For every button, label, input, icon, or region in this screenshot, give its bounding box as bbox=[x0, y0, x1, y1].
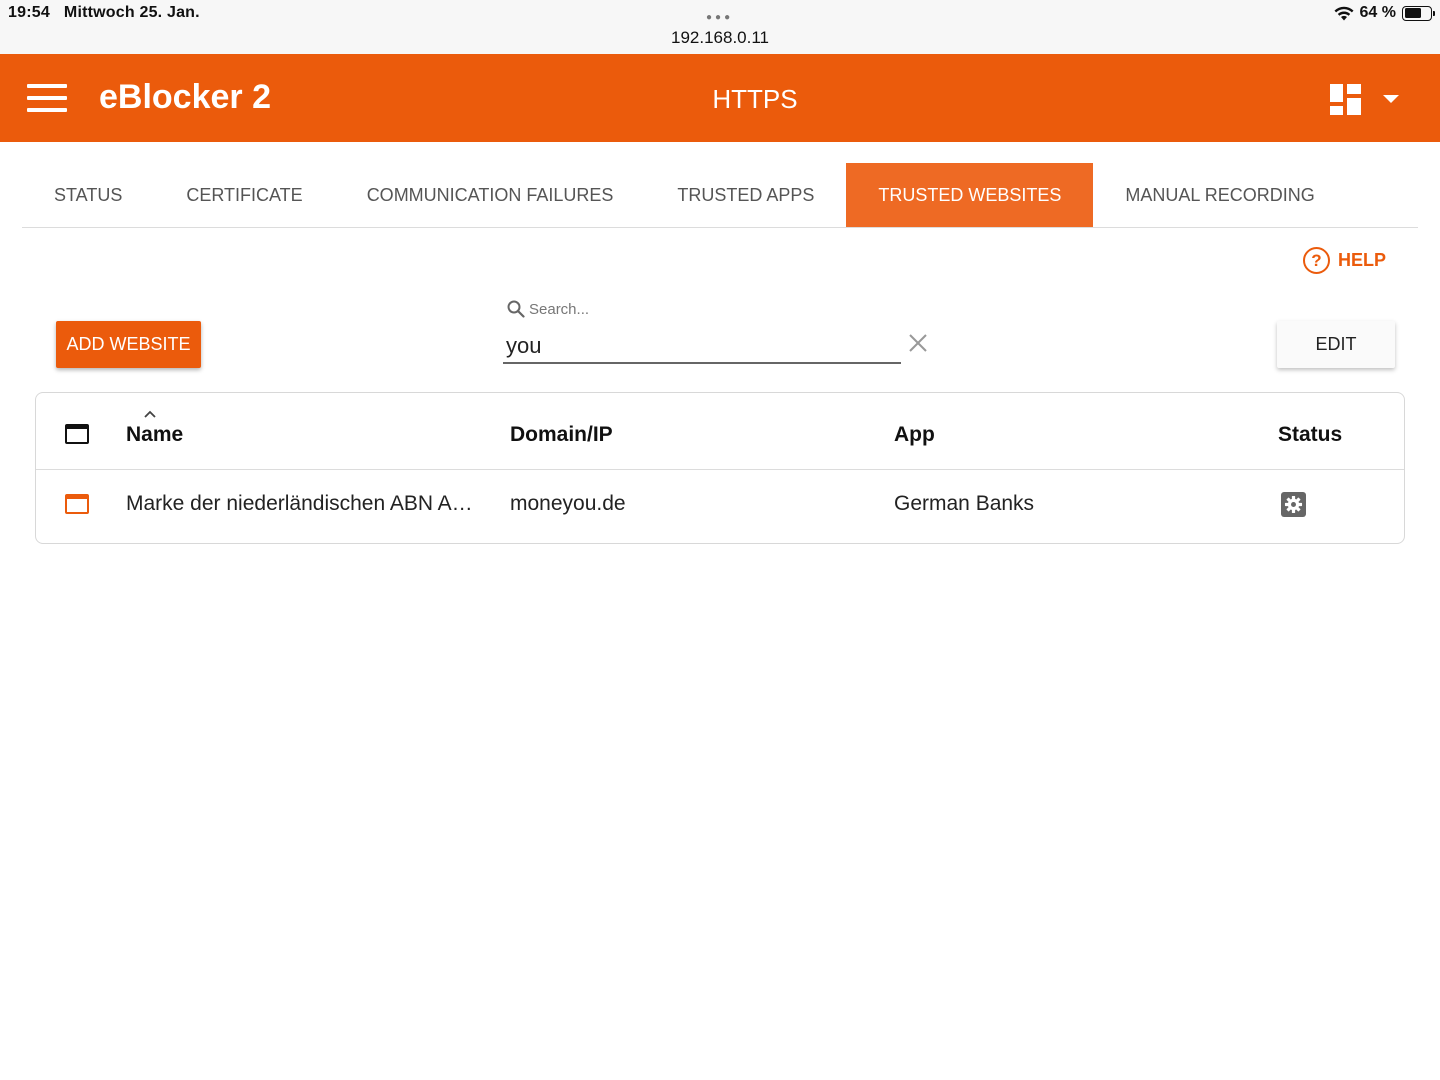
help-circle-icon: ? bbox=[1303, 247, 1330, 274]
search-icon bbox=[507, 300, 525, 318]
status-indicators: 64 % bbox=[1334, 4, 1435, 22]
more-dots-icon[interactable]: ●●● bbox=[706, 12, 733, 23]
chevron-down-icon[interactable] bbox=[1383, 95, 1399, 103]
header-domain[interactable]: Domain/IP bbox=[510, 423, 613, 447]
battery-icon bbox=[1402, 5, 1435, 21]
row-app: German Banks bbox=[894, 492, 1035, 515]
search-label: Search... bbox=[507, 300, 589, 318]
search-placeholder: Search... bbox=[529, 300, 590, 318]
address-url[interactable]: 192.168.0.11 bbox=[0, 28, 1440, 48]
tab-trusted-apps[interactable]: TRUSTED APPS bbox=[645, 163, 846, 227]
tab-manual-recording[interactable]: MANUAL RECORDING bbox=[1093, 163, 1346, 227]
help-link[interactable]: ? HELP bbox=[1303, 247, 1386, 274]
status-date: Mittwoch 25. Jan. bbox=[63, 4, 200, 21]
battery-percent: 64 % bbox=[1359, 4, 1396, 21]
close-icon[interactable] bbox=[907, 332, 929, 354]
trusted-websites-table: Name Domain/IP App Status Marke der nied… bbox=[35, 392, 1405, 544]
ios-status-bar: 19:54 Mittwoch 25. Jan. ●●● 192.168.0.11 … bbox=[0, 0, 1440, 54]
sort-ascending-icon[interactable] bbox=[143, 410, 157, 419]
search-input[interactable] bbox=[503, 330, 901, 364]
row-domain: moneyou.de bbox=[510, 492, 626, 515]
app-header: eBlocker 2 HTTPS bbox=[0, 54, 1440, 142]
tab-bar: STATUS CERTIFICATE COMMUNICATION FAILURE… bbox=[22, 163, 1418, 228]
status-time: 19:54 bbox=[8, 4, 50, 21]
header-name[interactable]: Name bbox=[126, 423, 183, 447]
row-checkbox[interactable] bbox=[65, 494, 89, 514]
status-time-date: 19:54 Mittwoch 25. Jan. bbox=[8, 4, 200, 22]
add-website-button[interactable]: ADD WEBSITE bbox=[56, 321, 201, 368]
row-name: Marke der niederländischen ABN A… bbox=[126, 492, 473, 515]
tab-trusted-websites[interactable]: TRUSTED WEBSITES bbox=[846, 163, 1094, 227]
tab-communication-failures[interactable]: COMMUNICATION FAILURES bbox=[335, 163, 646, 227]
wifi-icon bbox=[1334, 6, 1354, 20]
tab-status[interactable]: STATUS bbox=[22, 163, 154, 227]
tab-certificate[interactable]: CERTIFICATE bbox=[154, 163, 334, 227]
edit-button[interactable]: EDIT bbox=[1277, 321, 1395, 368]
select-all-checkbox[interactable] bbox=[65, 424, 89, 444]
page-title: HTTPS bbox=[712, 84, 798, 114]
table-header bbox=[36, 393, 1404, 470]
help-label: HELP bbox=[1338, 250, 1387, 270]
gear-icon[interactable] bbox=[1281, 492, 1306, 517]
dashboard-icon[interactable] bbox=[1330, 84, 1361, 115]
header-status[interactable]: Status bbox=[1278, 423, 1342, 447]
header-app[interactable]: App bbox=[894, 423, 935, 447]
